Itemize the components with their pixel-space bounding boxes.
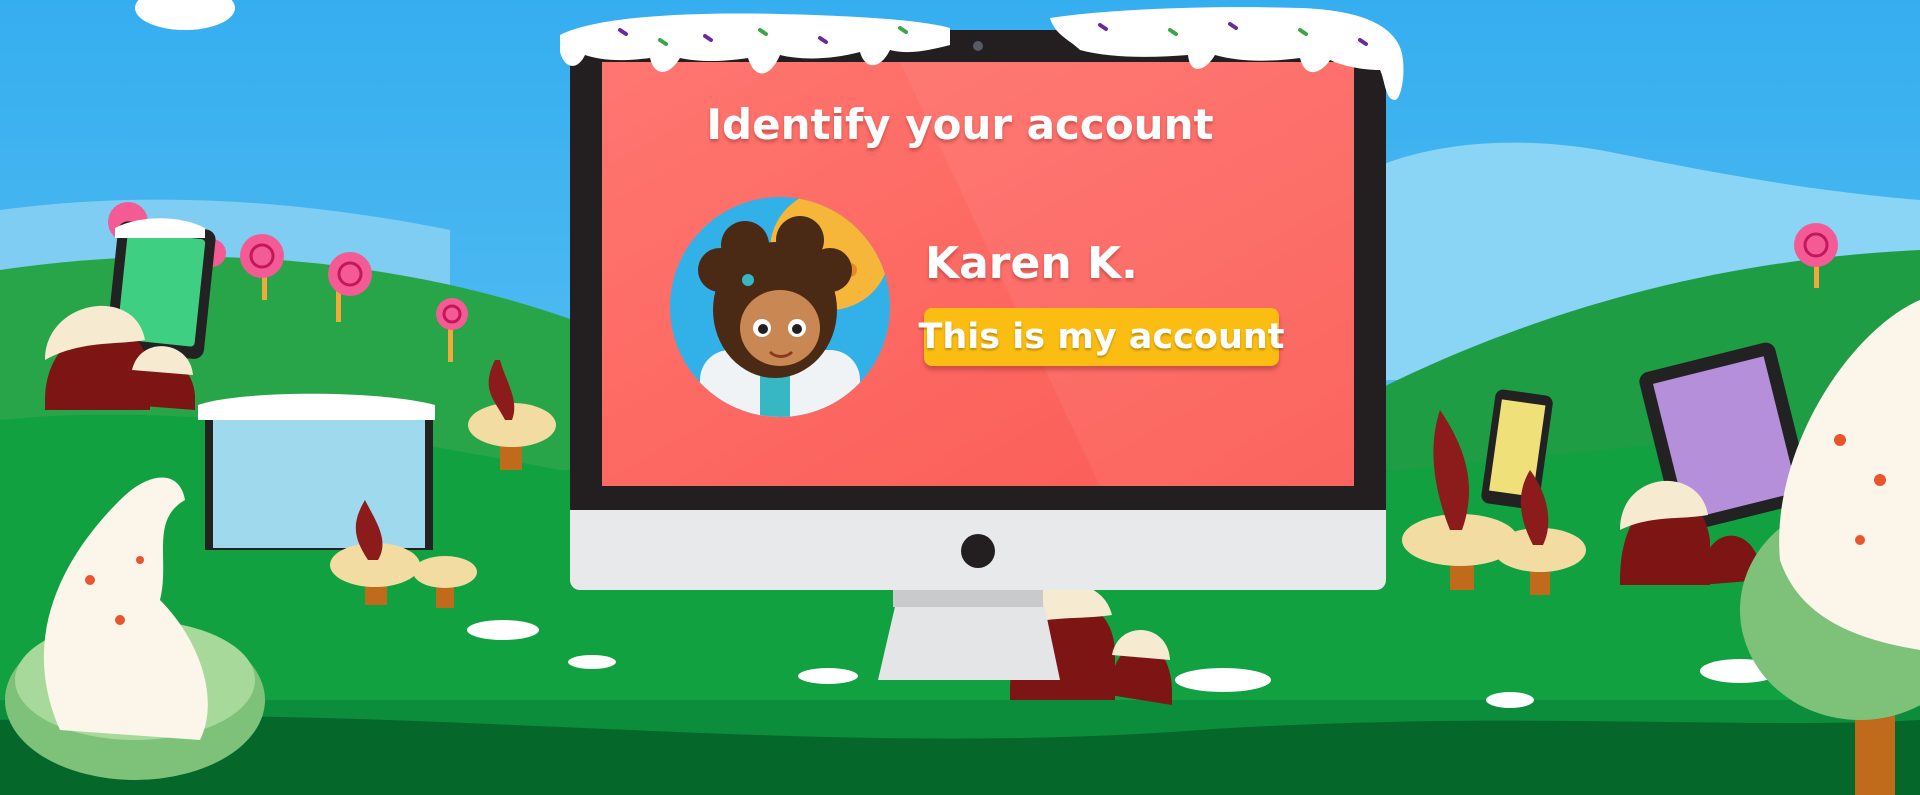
puddle [1175, 668, 1271, 692]
this-is-my-account-button[interactable]: This is my account [919, 308, 1285, 366]
account-name: Karen K. [925, 238, 1138, 289]
page-title: Identify your account [706, 100, 1214, 149]
puddle [467, 620, 539, 640]
puddle [568, 655, 616, 669]
monitor-chin-top [570, 510, 1386, 524]
tablet-blue [198, 393, 435, 550]
webcam [973, 41, 983, 51]
puddle [798, 668, 858, 684]
puddle [1486, 692, 1534, 708]
monitor-logo [961, 534, 995, 568]
